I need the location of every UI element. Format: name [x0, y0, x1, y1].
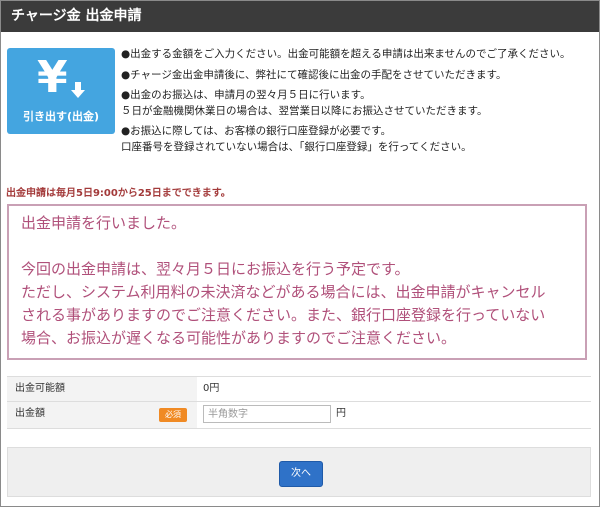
logo-label: 引き出す(出金) [22, 110, 100, 123]
schedule-note: 出金申請は毎月5日9:00から25日までできます。 [6, 188, 231, 199]
note-item: ●チャージ金出金申請後に、弊社にて確認後に出金の手配をさせていただきます。 [121, 68, 507, 81]
available-amount-label: 出金可能額 [7, 377, 197, 401]
message-line: 場合、お振込が遅くなる可能性がありますのでご注意ください。 [21, 329, 457, 347]
message-line: される事がありますのでご注意ください。また、銀行口座登録を行っていない [21, 306, 546, 324]
form-footer: 次へ [7, 447, 591, 497]
note-item: ●お振込に際しては、お客様の銀行口座登録が必要です。 [121, 125, 392, 137]
withdraw-amount-input[interactable] [203, 405, 331, 423]
available-amount-value: 0円 [203, 383, 220, 394]
next-button[interactable]: 次へ [279, 461, 323, 487]
note-item: 口座番号を登録されていない場合は、「銀行口座登録」を行ってください。 [121, 140, 472, 153]
withdrawal-form: 出金可能額 0円 出金額 必須 円 [7, 376, 591, 429]
message-line: 出金申請を行いました。 [21, 214, 187, 232]
withdrawal-panel: チャージ金 出金申請 ¥ 引き出す(出金) ●出金する金額をご入力ください。出金… [0, 0, 600, 507]
required-badge: 必須 [159, 408, 187, 422]
instruction-notes: ●出金する金額をご入力ください。出金可能額を超える申請は出来ませんのでご了承くだ… [121, 47, 591, 155]
withdraw-amount-row: 出金額 必須 円 [7, 402, 591, 429]
page-title: チャージ金 出金申請 [1, 1, 599, 32]
confirmation-message: 出金申請を行いました。 今回の出金申請は、翌々月５日にお振込を行う予定です。 た… [7, 204, 587, 360]
yen-unit-label: 円 [336, 408, 346, 419]
note-item: ５日が金融機関休業日の場合は、翌営業日以降にお振込させていただきます。 [121, 104, 488, 117]
note-item: ●出金する金額をご入力ください。出金可能額を超える申請は出来ませんのでご了承くだ… [121, 48, 571, 60]
message-line: ただし、システム利用料の未決済などがある場合には、出金申請がキャンセル [21, 283, 546, 301]
message-line: 今回の出金申請は、翌々月５日にお振込を行う予定です。 [21, 260, 410, 278]
note-item: ●出金のお振込は、申請月の翌々月５日に行います。 [121, 89, 371, 101]
withdraw-logo: ¥ 引き出す(出金) [7, 48, 115, 134]
available-amount-row: 出金可能額 0円 [7, 377, 591, 402]
yen-symbol: ¥ [37, 52, 68, 103]
